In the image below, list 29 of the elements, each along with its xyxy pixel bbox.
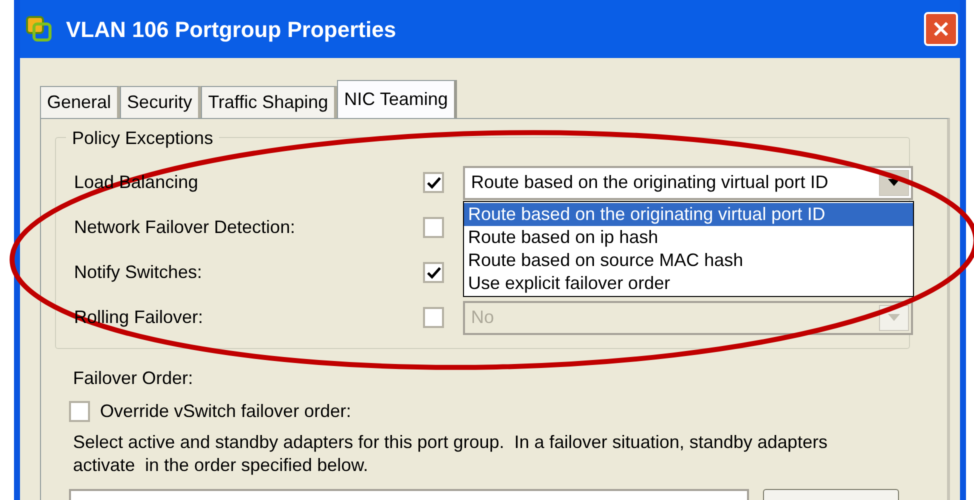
policy-label: Notify Switches: <box>74 262 202 282</box>
policy-label: Network Failover Detection: <box>74 217 296 237</box>
dropdown-option[interactable]: Route based on source MAC hash <box>464 249 913 272</box>
tab[interactable]: NIC Teaming <box>337 80 457 118</box>
tab[interactable]: Security <box>120 86 202 118</box>
section-label: Failover Order: <box>73 367 194 390</box>
checkbox[interactable] <box>423 217 444 238</box>
dropdown-option[interactable]: Use explicit failover order <box>464 272 913 295</box>
checkbox[interactable] <box>423 172 444 193</box>
dropdown-value: Route based on the originating virtual port ID <box>471 171 830 194</box>
dropdown[interactable]: Route based on the originating virtual port ID <box>463 166 913 200</box>
close-icon <box>932 20 950 38</box>
window-title: VLAN 106 Portgroup Properties <box>66 16 398 44</box>
tab[interactable]: Traffic Shaping <box>201 86 338 118</box>
caret-icon <box>888 314 900 321</box>
description-text: Select active and standby adapters for this port group. In a failover situation, standby adapters activate in the order specified below. <box>73 431 828 477</box>
dropdown-option[interactable]: Route based on ip hash <box>464 226 913 249</box>
checkbox[interactable] <box>69 401 90 422</box>
dropdown-value: No <box>471 306 496 329</box>
checkmark-icon <box>426 176 440 188</box>
checkbox[interactable] <box>423 262 444 283</box>
caret-icon <box>888 179 900 186</box>
close-button[interactable] <box>924 12 958 46</box>
app-icon <box>24 15 54 43</box>
checkbox-label: Override vSwitch failover order: <box>100 400 352 423</box>
policy-label: Load Balancing <box>74 172 198 192</box>
checkmark-icon <box>426 266 440 278</box>
dropdown-option[interactable]: Route based on the originating virtual port ID <box>464 203 913 226</box>
tab[interactable]: General <box>40 86 120 118</box>
